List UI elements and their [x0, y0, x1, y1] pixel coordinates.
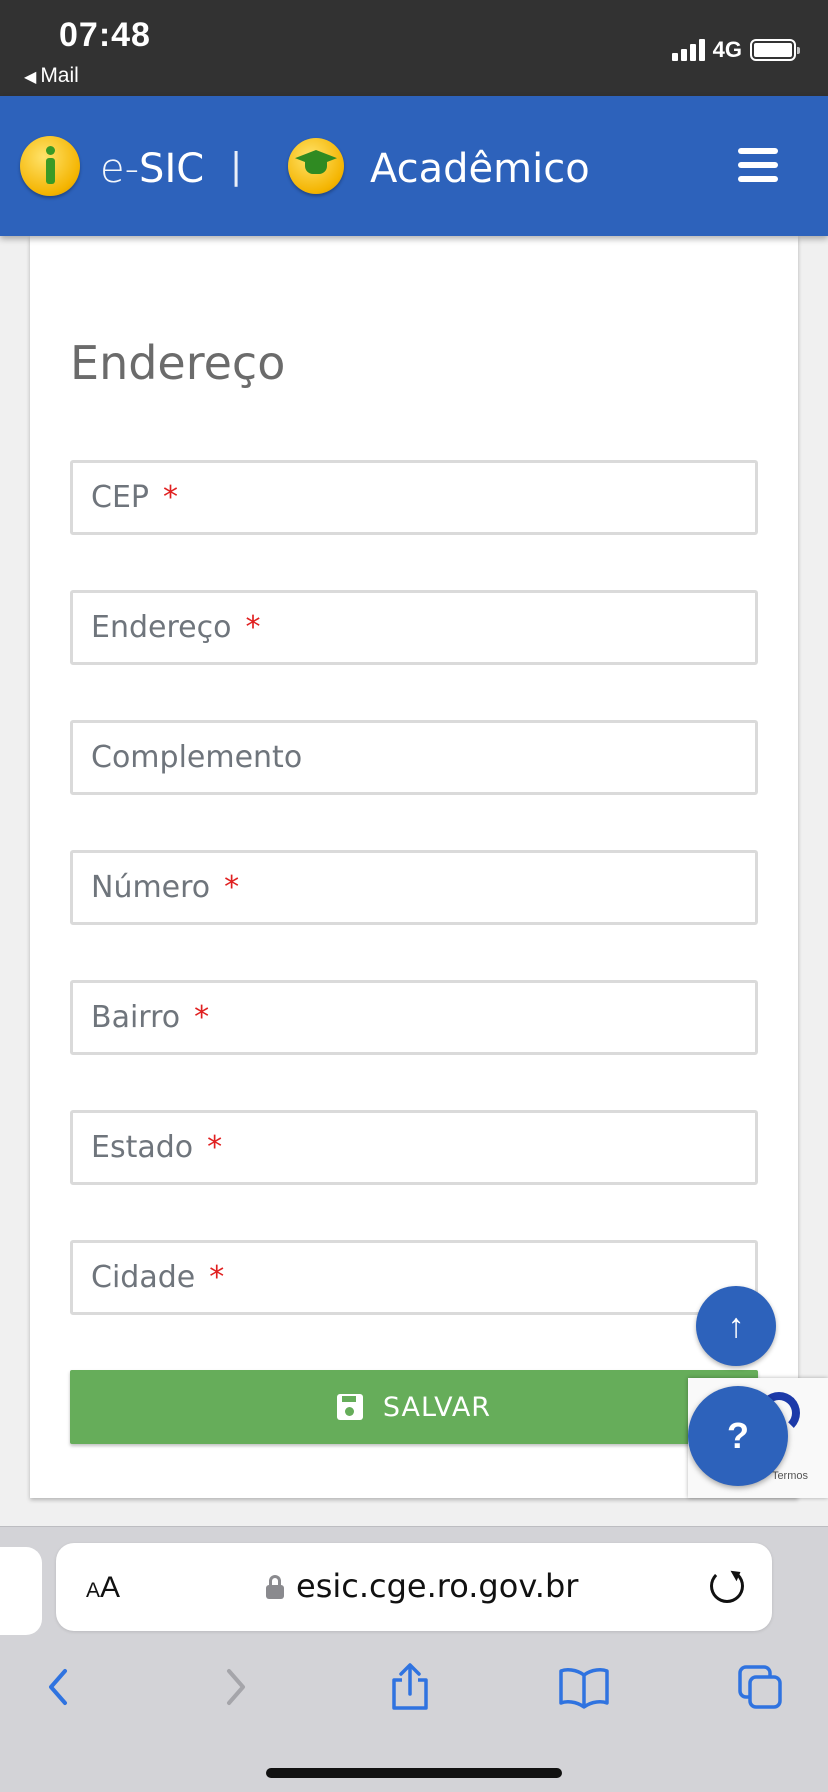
network-type: 4G	[712, 37, 742, 62]
forward-icon[interactable]	[206, 1657, 266, 1717]
share-icon[interactable]	[380, 1657, 440, 1717]
battery-icon	[750, 39, 800, 61]
number-input[interactable]: Número *	[70, 850, 758, 925]
browser-toolbar	[0, 1657, 828, 1737]
scroll-to-top-button[interactable]: ↑	[696, 1286, 776, 1366]
graduation-cap-icon	[288, 138, 344, 194]
field-placeholder: Estado	[91, 1130, 194, 1165]
bookmarks-icon[interactable]	[554, 1657, 614, 1717]
lock-icon	[266, 1575, 284, 1599]
back-arrow-icon: ◀	[24, 69, 37, 86]
home-indicator	[266, 1768, 562, 1778]
info-logo-icon[interactable]	[20, 136, 80, 196]
back-app-label: Mail	[40, 64, 79, 87]
city-select[interactable]: Cidade *	[70, 1240, 758, 1315]
required-mark: *	[245, 610, 261, 645]
field-placeholder: Endereço	[91, 610, 232, 645]
reload-icon[interactable]	[710, 1569, 744, 1603]
brand-name[interactable]: e-SIC	[100, 146, 204, 192]
signal-icon	[671, 39, 705, 61]
address-bar[interactable]: AA esic.cge.ro.gov.br	[56, 1543, 772, 1631]
header-separator: |	[230, 146, 243, 187]
field-placeholder: Cidade	[91, 1260, 196, 1295]
neighborhood-input[interactable]: Bairro *	[70, 980, 758, 1055]
help-button[interactable]: ?	[688, 1386, 788, 1486]
back-icon[interactable]	[28, 1657, 88, 1717]
save-button-label: SALVAR	[382, 1391, 492, 1423]
status-indicators: 4G	[671, 37, 800, 62]
text-size-button[interactable]: AA	[86, 1571, 120, 1605]
recaptcha-terms-link[interactable]: Termos	[772, 1470, 808, 1482]
required-mark: *	[194, 1000, 210, 1035]
floppy-disk-icon	[336, 1394, 363, 1420]
required-mark: *	[163, 480, 178, 515]
address-input[interactable]: Endereço *	[70, 590, 758, 665]
status-bar: 07:48 ◀ Mail 4G	[0, 0, 828, 96]
required-mark: *	[207, 1130, 223, 1165]
url-text[interactable]: esic.cge.ro.gov.br	[296, 1567, 578, 1605]
browser-bottom-bar: AA esic.cge.ro.gov.br	[0, 1526, 828, 1792]
state-select[interactable]: Estado *	[70, 1110, 758, 1185]
menu-icon[interactable]	[738, 148, 778, 182]
brand-prefix: e-	[100, 146, 140, 192]
page-title: Acadêmico	[370, 146, 590, 192]
field-placeholder: Complemento	[91, 740, 303, 775]
required-mark: *	[209, 1260, 225, 1295]
required-mark: *	[224, 870, 240, 905]
app-header: e-SIC | Acadêmico	[0, 96, 828, 236]
section-title: Endereço	[70, 336, 286, 390]
field-placeholder: Bairro	[91, 1000, 181, 1035]
tabs-icon[interactable]	[730, 1657, 790, 1717]
field-placeholder: CEP	[91, 480, 149, 515]
back-to-app-link[interactable]: ◀ Mail	[24, 64, 79, 88]
brand-suffix: SIC	[139, 146, 205, 192]
complement-input[interactable]: Complemento	[70, 720, 758, 795]
address-form-card: Endereço CEP * Endereço * Complemento Núme…	[30, 236, 798, 1498]
previous-tab-preview[interactable]	[0, 1547, 42, 1635]
save-button[interactable]: SALVAR	[70, 1370, 758, 1444]
field-placeholder: Número	[91, 870, 211, 905]
status-time: 07:48	[59, 16, 151, 54]
cep-input[interactable]: CEP *	[70, 460, 758, 535]
